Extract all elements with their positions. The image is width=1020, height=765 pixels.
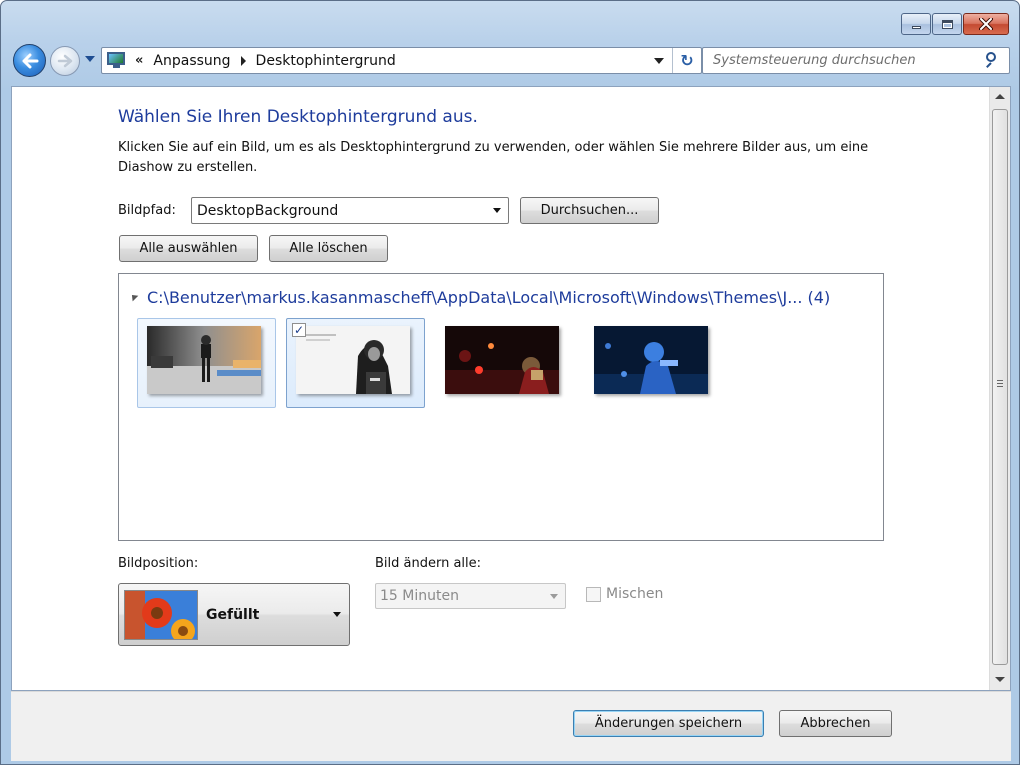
collapse-arrow-icon[interactable] — [129, 292, 139, 302]
breadcrumb-separator-icon[interactable] — [240, 55, 246, 66]
wallpaper-thumbnail-1[interactable] — [137, 318, 276, 408]
chevron-down-icon — [550, 593, 558, 599]
flower-preview-icon — [124, 589, 198, 640]
minimize-icon — [911, 25, 921, 29]
chevron-down-icon — [493, 208, 501, 213]
dialog-footer: Änderungen speichern Abbrechen — [11, 691, 1011, 761]
wallpaper-thumbnail-2[interactable]: ✓ — [286, 318, 425, 408]
page-title: Wählen Sie Ihren Desktophintergrund aus. — [118, 107, 478, 127]
minimize-button[interactable] — [901, 13, 931, 35]
forward-button[interactable] — [50, 46, 80, 76]
page-description: Klicken Sie auf ein Bild, um es als Desk… — [118, 140, 869, 175]
back-arrow-icon — [22, 53, 38, 68]
close-icon — [979, 18, 993, 30]
picture-location-value: DesktopBackground — [197, 202, 339, 219]
select-all-button[interactable]: Alle auswählen — [119, 235, 258, 262]
wallpaper-image-3 — [445, 326, 559, 394]
breadcrumb-overflow-icon[interactable]: « — [135, 53, 143, 68]
picture-position-label: Bildposition: — [118, 556, 199, 571]
wallpaper-image-4 — [594, 326, 708, 394]
shuffle-label: Mischen — [606, 586, 664, 602]
clear-all-button[interactable]: Alle löschen — [269, 235, 388, 262]
scroll-up-icon[interactable] — [995, 94, 1005, 99]
refresh-icon: ↻ — [680, 51, 694, 70]
wallpaper-image-1 — [147, 326, 261, 394]
caption-buttons — [901, 13, 1009, 35]
breadcrumb-anpassung[interactable]: Anpassung — [153, 53, 230, 69]
forward-arrow-icon — [57, 54, 73, 68]
grip-icon — [997, 380, 1003, 389]
wallpaper-2-checkbox[interactable]: ✓ — [292, 323, 306, 337]
picture-position-value: Gefüllt — [206, 606, 260, 623]
breadcrumb-desktophintergrund[interactable]: Desktophintergrund — [256, 53, 396, 69]
cancel-button[interactable]: Abbrechen — [779, 710, 892, 737]
control-panel-icon — [107, 51, 129, 70]
vertical-scrollbar[interactable] — [989, 87, 1010, 690]
maximize-button[interactable] — [932, 13, 962, 35]
search-input[interactable] — [703, 53, 981, 68]
change-interval-label: Bild ändern alle: — [375, 556, 482, 571]
wallpaper-thumbnail-3[interactable] — [435, 318, 574, 408]
picture-location-label: Bildpfad: — [118, 203, 176, 218]
scrollbar-thumb[interactable] — [992, 109, 1008, 665]
picture-location-select[interactable]: DesktopBackground — [191, 197, 509, 224]
shuffle-checkbox — [586, 586, 601, 602]
maximize-icon — [941, 19, 953, 29]
browse-button[interactable]: Durchsuchen... — [520, 197, 659, 224]
address-bar[interactable]: « Anpassung Desktophintergrund ↻ — [101, 47, 702, 74]
recent-pages-dropdown[interactable] — [85, 56, 95, 62]
back-button[interactable] — [13, 44, 46, 77]
change-interval-value: 15 Minuten — [380, 588, 459, 604]
navigation-bar: « Anpassung Desktophintergrund ↻ — [13, 43, 1010, 77]
picture-group-path: C:\Benutzer\markus.kasanmascheff\AppData… — [147, 288, 831, 307]
close-button[interactable] — [963, 13, 1009, 35]
address-dropdown-icon[interactable] — [654, 57, 664, 64]
scroll-down-icon[interactable] — [995, 677, 1005, 682]
picture-list: C:\Benutzer\markus.kasanmascheff\AppData… — [118, 273, 884, 541]
change-interval-select: 15 Minuten — [375, 583, 566, 609]
wallpaper-image-2 — [296, 326, 410, 394]
window-frame: « Anpassung Desktophintergrund ↻ Wählen … — [0, 0, 1020, 765]
chevron-down-icon — [333, 612, 341, 617]
picture-group-header[interactable]: C:\Benutzer\markus.kasanmascheff\AppData… — [129, 288, 830, 307]
refresh-button[interactable]: ↻ — [673, 48, 701, 73]
picture-position-select[interactable]: Gefüllt — [118, 583, 350, 646]
content-pane: Wählen Sie Ihren Desktophintergrund aus.… — [11, 86, 1011, 691]
shuffle-option: Mischen — [586, 586, 663, 602]
wallpaper-thumbnail-4[interactable] — [584, 318, 723, 408]
search-icon[interactable] — [981, 50, 1003, 72]
search-box — [702, 47, 1010, 74]
save-changes-button[interactable]: Änderungen speichern — [573, 710, 764, 737]
